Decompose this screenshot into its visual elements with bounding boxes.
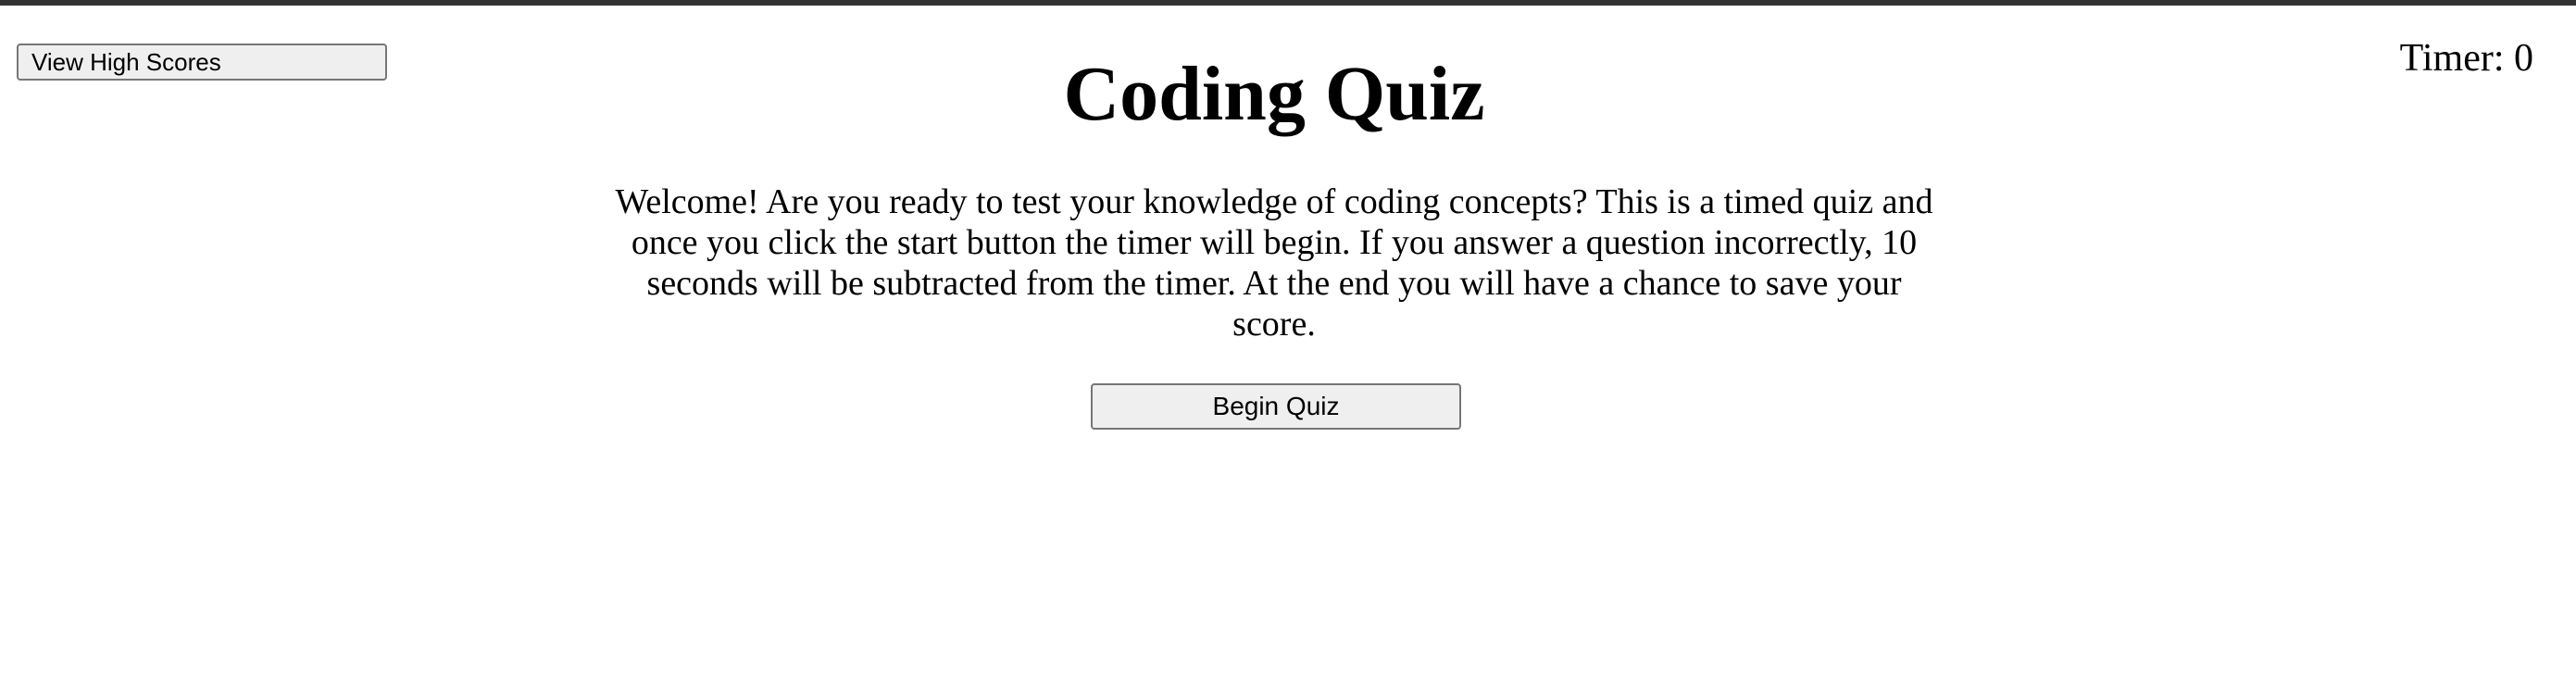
page-title: Coding Quiz [1063, 51, 1485, 137]
begin-quiz-button[interactable]: Begin Quiz [1091, 383, 1461, 430]
quiz-intro-text: Welcome! Are you ready to test your know… [615, 182, 1933, 344]
